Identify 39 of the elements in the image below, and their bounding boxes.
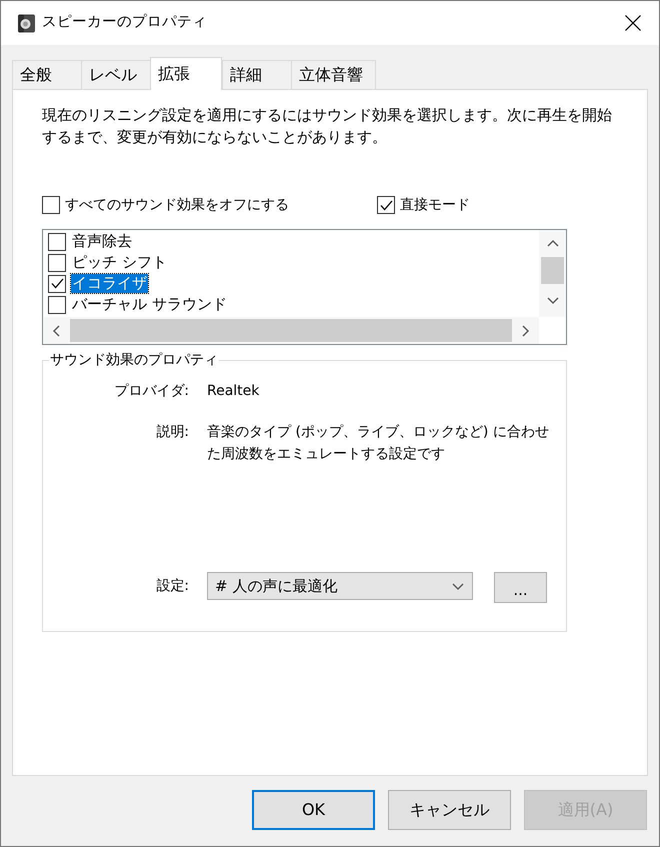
tab[interactable]: 全般	[12, 60, 82, 89]
window-title: スピーカーのプロパティ	[42, 12, 207, 32]
checkbox[interactable]	[377, 196, 395, 214]
effect-list-item[interactable]: ピッチ シフト	[71, 253, 168, 272]
preset-dropdown[interactable]: # 人の声に最適化	[207, 572, 473, 600]
field-value: Realtek	[207, 382, 260, 401]
field-value: 音楽のタイプ (ポップ、ライブ、ロックなど) に合わせた周波数をエミュレートする設定です	[207, 423, 550, 464]
scrollbar-thumb[interactable]	[70, 319, 512, 342]
chevron-up-icon	[546, 239, 558, 248]
close-icon	[625, 15, 641, 31]
chevron-right-icon	[521, 324, 530, 336]
tab[interactable]: 拡張	[150, 57, 222, 90]
field-label: 説明:	[155, 423, 189, 442]
effect-list-item[interactable]: バーチャル サラウンド	[71, 295, 228, 314]
more-button[interactable]: ...	[494, 572, 547, 603]
chevron-down-icon	[452, 582, 464, 590]
field-label: プロバイダ:	[113, 382, 189, 401]
checkbox[interactable]	[48, 254, 66, 272]
checkbox[interactable]	[48, 274, 66, 292]
speaker-icon	[17, 14, 36, 32]
tab[interactable]: 詳細	[222, 60, 292, 89]
effect-list-item[interactable]: イコライザ	[71, 274, 148, 293]
field-label: 設定:	[155, 576, 189, 596]
effect-list-item[interactable]: 音声除去	[71, 232, 133, 251]
checkbox[interactable]	[48, 296, 66, 314]
dialog-button[interactable]: キャンセル	[388, 790, 511, 830]
scrollbar-thumb[interactable]	[541, 257, 564, 284]
checkmark-icon	[50, 278, 64, 289]
checkbox-label: すべてのサウンド効果をオフにする	[65, 196, 289, 214]
tab[interactable]: 立体音響	[291, 60, 376, 89]
group-title: サウンド効果のプロパティ	[49, 351, 219, 370]
checkbox[interactable]	[42, 196, 60, 214]
checkbox[interactable]	[48, 232, 66, 250]
instruction-text: 現在のリスニング設定を適用にするにはサウンド効果を選択します。次に再生を開始するまで、変更が有効にならないことがあります。	[42, 105, 612, 148]
chevron-left-icon	[52, 324, 61, 336]
checkbox-label: 直接モード	[400, 196, 470, 214]
checkmark-icon	[380, 200, 392, 210]
dialog-button[interactable]: OK	[252, 790, 375, 830]
chevron-down-icon	[546, 296, 558, 305]
